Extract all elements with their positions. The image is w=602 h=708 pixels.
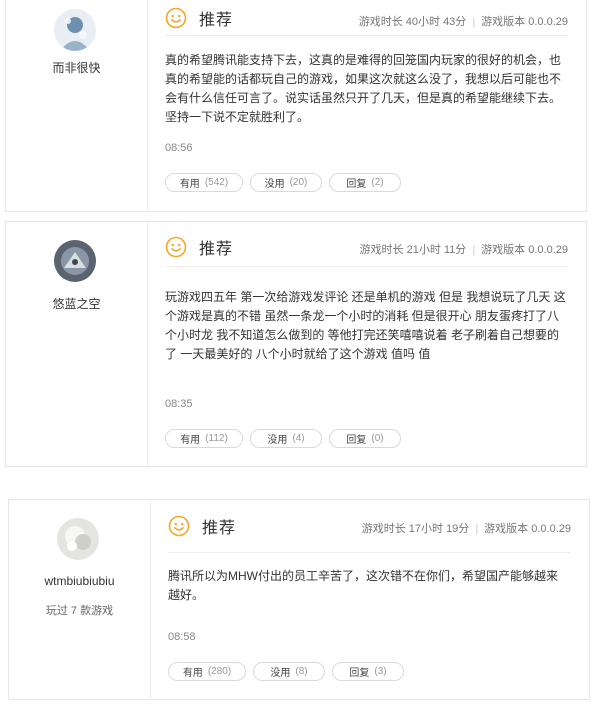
games-played: 玩过 7 款游戏 xyxy=(45,605,114,617)
game-version: 游戏版本 0.0.0.29 xyxy=(481,16,568,28)
avatar[interactable] xyxy=(54,240,96,282)
useful-button[interactable]: 有用 (112) xyxy=(165,429,243,448)
smile-face-icon xyxy=(168,515,190,537)
meta-separator: | xyxy=(475,523,479,535)
reply-label: 回复 xyxy=(349,668,370,679)
useless-count: (4) xyxy=(292,433,305,444)
playtime: 游戏时长 21小时 11分 xyxy=(359,244,467,256)
useful-label: 有用 xyxy=(179,179,200,190)
playtime: 游戏时长 17小时 19分 xyxy=(361,523,470,535)
review-time: 08:56 xyxy=(165,142,193,154)
useful-button[interactable]: 有用 (280) xyxy=(168,662,246,681)
review-card: 悠蓝之空 推荐 游戏时长 21小时 11分 | 游戏版本 0.0.0.29 玩游戏四… xyxy=(5,221,587,467)
reviewer-panel: 而非很快 xyxy=(6,0,148,211)
divider xyxy=(165,35,568,36)
reply-count: (0) xyxy=(371,433,384,444)
review-text: 腾讯所以为MHW付出的员工辛苦了，这次错不在你们，希望国产能够越来越好。 xyxy=(168,569,558,602)
playtime: 游戏时长 40小时 43分 xyxy=(358,16,467,28)
useful-button[interactable]: 有用 (542) xyxy=(165,173,243,192)
useless-button[interactable]: 没用 (20) xyxy=(250,173,322,192)
username[interactable]: wtmbiubiubiu xyxy=(9,574,150,588)
review-card: 而非很快 推荐 游戏时长 40小时 43分 | 游戏版本 0.0.0.29 真的希望… xyxy=(5,0,587,212)
review-actions: 有用 (280) 没用 (8) 回复 (3) xyxy=(168,662,404,681)
meta-separator: | xyxy=(472,244,476,256)
smile-face-icon xyxy=(165,7,187,29)
review-time: 08:58 xyxy=(168,631,196,643)
useless-label: 没用 xyxy=(267,435,288,446)
recommend-label: 推荐 xyxy=(199,241,234,258)
game-version: 游戏版本 0.0.0.29 xyxy=(484,523,571,535)
meta-separator: | xyxy=(472,16,476,28)
reviewer-panel: 悠蓝之空 xyxy=(6,222,148,466)
review-text: 真的希望腾讯能支持下去，这真的是难得的回笼国内玩家的很好的机会，也真的希望能的话… xyxy=(165,53,562,124)
review-content: 推荐 游戏时长 40小时 43分 | 游戏版本 0.0.0.29 真的希望腾讯能支持… xyxy=(148,0,586,211)
divider xyxy=(168,552,571,553)
reply-button[interactable]: 回复 (2) xyxy=(329,173,401,192)
reply-button[interactable]: 回复 (0) xyxy=(329,429,401,448)
reply-count: (3) xyxy=(374,666,387,677)
useless-count: (20) xyxy=(289,177,308,188)
username[interactable]: 悠蓝之空 xyxy=(6,295,147,312)
review-meta: 游戏时长 17小时 19分 | 游戏版本 0.0.0.29 xyxy=(362,520,571,536)
username[interactable]: 而非很快 xyxy=(6,59,147,76)
smile-face-icon xyxy=(165,236,187,258)
recommend-tag: 推荐 xyxy=(168,514,236,538)
reply-label: 回复 xyxy=(346,179,367,190)
review-meta: 游戏时长 40小时 43分 | 游戏版本 0.0.0.29 xyxy=(359,13,568,29)
review-content: 推荐 游戏时长 17小时 19分 | 游戏版本 0.0.0.29 腾讯所以为MHW付… xyxy=(151,500,589,699)
recommend-tag: 推荐 xyxy=(165,6,233,30)
reviewer-panel: wtmbiubiubiu 玩过 7 款游戏 xyxy=(9,500,151,699)
review-actions: 有用 (542) 没用 (20) 回复 (2) xyxy=(165,173,401,192)
avatar[interactable] xyxy=(54,9,96,51)
review-time: 08:35 xyxy=(165,398,193,410)
useless-label: 没用 xyxy=(264,179,285,190)
useless-button[interactable]: 没用 (4) xyxy=(250,429,322,448)
review-text: 玩游戏四五年 第一次给游戏发评论 还是单机的游戏 但是 我想说玩了几天 这个游戏… xyxy=(165,290,566,361)
recommend-label: 推荐 xyxy=(202,520,237,537)
reply-count: (2) xyxy=(371,177,384,188)
recommend-label: 推荐 xyxy=(199,12,234,29)
review-actions: 有用 (112) 没用 (4) 回复 (0) xyxy=(165,429,401,448)
reply-button[interactable]: 回复 (3) xyxy=(332,662,404,681)
review-card: wtmbiubiubiu 玩过 7 款游戏 推荐 游戏时长 17小时 19分 | 游… xyxy=(8,499,590,700)
divider xyxy=(165,266,568,267)
useful-count: (280) xyxy=(207,666,232,677)
recommend-tag: 推荐 xyxy=(165,235,233,259)
game-version: 游戏版本 0.0.0.29 xyxy=(481,244,568,256)
review-content: 推荐 游戏时长 21小时 11分 | 游戏版本 0.0.0.29 玩游戏四五年 第一… xyxy=(148,222,586,466)
useful-label: 有用 xyxy=(180,435,201,446)
useful-label: 有用 xyxy=(182,668,203,679)
useless-button[interactable]: 没用 (8) xyxy=(253,662,325,681)
avatar[interactable] xyxy=(57,518,99,560)
reply-label: 回复 xyxy=(346,435,367,446)
useful-count: (542) xyxy=(204,177,229,188)
useless-label: 没用 xyxy=(270,668,291,679)
useless-count: (8) xyxy=(295,666,308,677)
review-meta: 游戏时长 21小时 11分 | 游戏版本 0.0.0.29 xyxy=(360,241,568,257)
useful-count: (112) xyxy=(205,433,228,444)
